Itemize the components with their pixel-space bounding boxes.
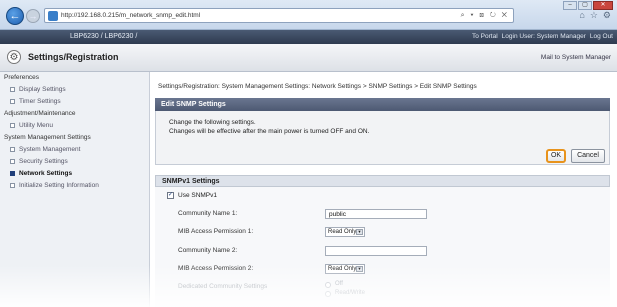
sidebar-item-utility-menu[interactable]: Utility Menu (10, 122, 53, 129)
dedicated-off-label: Off (335, 281, 343, 287)
dropdown-arrow-icon: ▼ (356, 229, 363, 235)
use-snmpv1-checkbox[interactable]: ✓ (167, 192, 174, 199)
sidebar-group-adjustment[interactable]: Adjustment/Maintenance (4, 110, 76, 117)
sidebar-item-display-settings[interactable]: Display Settings (10, 86, 66, 93)
forward-button[interactable]: → (26, 9, 40, 23)
breadcrumb: Settings/Registration: System Management… (158, 83, 477, 90)
edit-section-title: Edit SNMP Settings (155, 98, 610, 111)
maximize-button[interactable]: ▢ (578, 1, 592, 10)
community-name-2-label: Community Name 2: (178, 247, 238, 254)
device-name: LBP6230 / LBP6230 / (70, 33, 138, 40)
arrow-right-icon: → (28, 11, 38, 21)
sidebar-item-security-settings[interactable]: Security Settings (10, 158, 68, 165)
address-tools[interactable]: ⌕ ▾ ⊠ ↻ ✕ (461, 12, 509, 20)
page-title: Settings/Registration (28, 52, 119, 62)
bullet-active-icon (10, 170, 15, 176)
sidebar-item-network-settings[interactable]: Network Settings (10, 170, 72, 177)
sidebar-item-label: System Management (19, 146, 81, 153)
device-bar: LBP6230 / LBP6230 / To Portal Login User… (0, 30, 617, 44)
sidebar-item-label: Initialize Setting Information (19, 182, 99, 189)
star-icon[interactable]: ☆ (590, 10, 598, 21)
cancel-button[interactable]: Cancel (571, 149, 605, 163)
url-text: http://192.168.0.215/m_network_snmp_edit… (61, 12, 201, 19)
bullet-icon (10, 98, 15, 104)
log-out-link[interactable]: Log Out (590, 33, 613, 40)
community-name-2-input[interactable] (325, 246, 427, 256)
sidebar-item-initialize-setting[interactable]: Initialize Setting Information (10, 182, 99, 189)
ok-button[interactable]: OK (546, 149, 566, 163)
mib-access-2-select[interactable]: Read Only ▼ (325, 264, 365, 274)
sidebar-item-label: Timer Settings (19, 98, 61, 105)
sidebar-item-label: Display Settings (19, 86, 66, 93)
community-name-1-label: Community Name 1: (178, 210, 238, 217)
sidebar-item-system-management[interactable]: System Management (10, 146, 80, 153)
sidebar-item-label: Utility Menu (19, 122, 53, 129)
mail-to-manager-link[interactable]: Mail to System Manager (541, 54, 611, 61)
instruction-text: Change the following settings. (169, 119, 256, 126)
address-bar[interactable]: http://192.168.0.215/m_network_snmp_edit… (44, 8, 514, 23)
back-button[interactable]: ← (6, 7, 24, 25)
dropdown-arrow-icon: ▼ (356, 266, 363, 272)
browser-toolbar: ← → http://192.168.0.215/m_network_snmp_… (0, 0, 617, 30)
snmpv1-form: ✓ Use SNMPv1 Community Name 1: public MI… (155, 187, 610, 307)
favicon-icon (48, 10, 58, 21)
mib-access-1-select[interactable]: Read Only ▼ (325, 227, 365, 237)
minimize-button[interactable]: – (563, 1, 577, 10)
dedicated-readwrite-label: Read/Write (335, 290, 365, 296)
gear-icon[interactable]: ⚙ (603, 10, 611, 21)
effect-note-text: Changes will be effective after the main… (169, 128, 370, 135)
window-controls: – ▢ ✕ (563, 1, 613, 10)
bullet-icon (10, 182, 15, 188)
page-header: ⚙ Settings/Registration Mail to System M… (0, 44, 617, 72)
mib-access-1-value: Read Only (328, 229, 357, 235)
bullet-icon (10, 86, 15, 92)
community-name-1-input[interactable]: public (325, 209, 427, 219)
dedicated-off-radio[interactable] (325, 282, 331, 288)
use-snmpv1-label: Use SNMPv1 (178, 192, 218, 199)
mib-access-1-label: MIB Access Permission 1: (178, 228, 254, 235)
sidebar: Preferences Display Settings Timer Setti… (0, 72, 150, 307)
browser-icons: ⌂ ☆ ⚙ (579, 10, 611, 21)
sidebar-group-preferences[interactable]: Preferences (4, 74, 39, 81)
bullet-icon (10, 158, 15, 164)
to-portal-link[interactable]: To Portal (472, 33, 498, 40)
arrow-left-icon: ← (9, 10, 21, 22)
edit-section-body: Change the following settings. Changes w… (155, 111, 610, 165)
dedicated-readwrite-radio[interactable] (325, 291, 331, 297)
login-user-text: Login User: System Manager (501, 33, 586, 40)
home-icon[interactable]: ⌂ (579, 10, 584, 21)
sidebar-group-system-management-settings[interactable]: System Management Settings (4, 134, 91, 141)
bullet-icon (10, 146, 15, 152)
sidebar-item-label: Security Settings (19, 158, 68, 165)
bullet-icon (10, 122, 15, 128)
top-links: To Portal Login User: System Manager Log… (472, 33, 613, 40)
snmpv1-section-title: SNMPv1 Settings (155, 175, 610, 187)
dedicated-community-label: Dedicated Community Settings (178, 283, 268, 290)
close-button[interactable]: ✕ (593, 1, 613, 10)
sidebar-item-label: Network Settings (19, 170, 73, 177)
mib-access-2-value: Read Only (328, 266, 357, 272)
settings-gear-icon: ⚙ (7, 50, 21, 64)
sidebar-item-timer-settings[interactable]: Timer Settings (10, 98, 61, 105)
mib-access-2-label: MIB Access Permission 2: (178, 265, 254, 272)
